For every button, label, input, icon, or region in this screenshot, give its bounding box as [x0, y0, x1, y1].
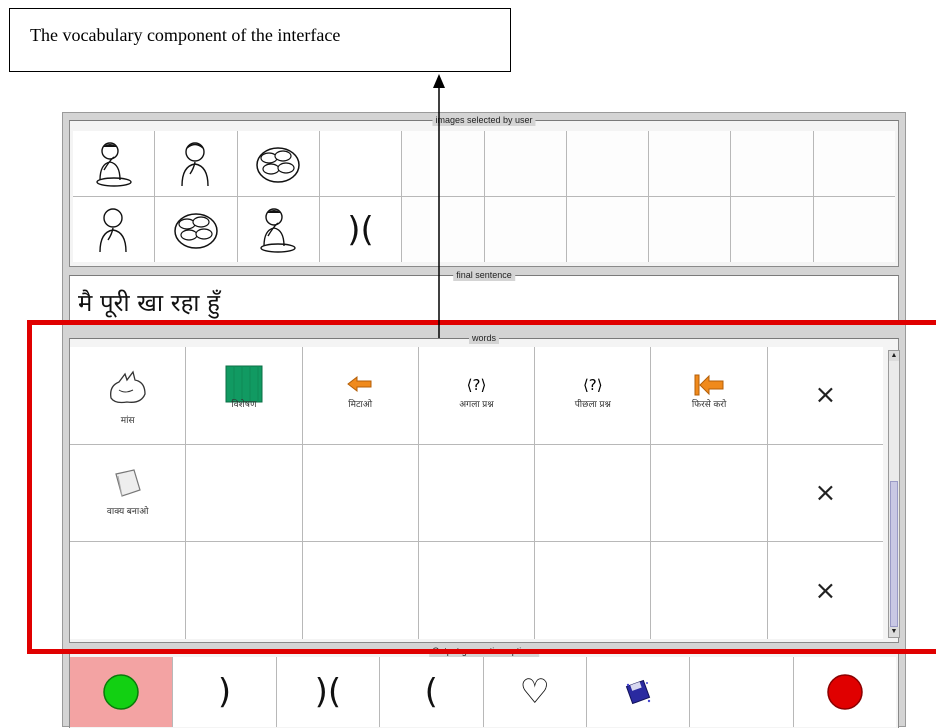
- past-tense-button[interactable]: ): [173, 657, 276, 727]
- image-slot[interactable]: [649, 131, 731, 196]
- final-sentence-text: मै पूरी खा रहा हुँ: [78, 289, 220, 317]
- next-question-icon: ⟨?⟩: [466, 376, 487, 395]
- word-tile-empty[interactable]: [302, 542, 418, 639]
- image-slot[interactable]: [73, 131, 155, 196]
- image-slot[interactable]: [484, 197, 566, 262]
- image-slot[interactable]: [402, 131, 484, 196]
- app-window: images selected by user)(final sentenc…: [62, 112, 906, 728]
- previous-question-icon: ⟨?⟩: [582, 376, 603, 395]
- word-tile-empty[interactable]: [418, 444, 535, 542]
- word-tile-empty[interactable]: [535, 444, 651, 542]
- word-tile-empty[interactable]: [651, 542, 767, 639]
- words-scrollbar[interactable]: ▲ ▼: [888, 350, 900, 638]
- image-slot[interactable]: [484, 131, 566, 196]
- scroll-down-button[interactable]: ▼: [889, 627, 899, 637]
- close-icon: ×: [814, 575, 837, 606]
- word-tile-empty[interactable]: [186, 542, 302, 639]
- word-label: अगला प्रश्न: [459, 398, 494, 409]
- progressive-marker-icon: )(: [347, 209, 374, 250]
- feeling-button[interactable]: ♡: [483, 657, 586, 727]
- final-sentence-legend: final sentence: [453, 269, 515, 281]
- image-slot[interactable]: [155, 131, 237, 196]
- word-tile-empty[interactable]: [418, 542, 535, 639]
- image-slot[interactable]: [566, 131, 649, 196]
- image-slot[interactable]: [649, 197, 731, 262]
- stop-button[interactable]: [793, 657, 896, 727]
- callout-box: The vocabulary component of the interfac…: [9, 8, 511, 72]
- meat-icon: [109, 370, 146, 404]
- image-slot[interactable]: [237, 197, 319, 262]
- future-tense-button[interactable]: (: [380, 657, 483, 727]
- close-icon: ×: [814, 380, 837, 411]
- word-tile-empty[interactable]: [186, 444, 302, 542]
- word-label: विशेषण: [231, 398, 257, 409]
- image-slot[interactable]: [237, 131, 319, 196]
- word-tile-empty[interactable]: [302, 444, 418, 542]
- clear-row-button[interactable]: ×: [767, 347, 883, 444]
- undo-arrow-icon: [347, 376, 372, 393]
- word-tile-empty[interactable]: [70, 542, 186, 639]
- words-grid: मांस विशेषण मिटाओ ⟨?⟩ अगला प्रश्न ⟨?⟩ पी…: [70, 347, 883, 639]
- images-selected-legend: images selected by user: [432, 114, 536, 126]
- right-arc-icon: ): [217, 672, 232, 712]
- image-slot[interactable]: [813, 131, 895, 196]
- boy-eating-icon: [260, 207, 296, 253]
- words-panel: words मांस विशेषण मिटाओ ⟨?⟩ अगला प्रश्न …: [69, 332, 899, 643]
- final-sentence-panel: final sentence मै पूरी खा रहा हुँ: [69, 269, 899, 325]
- word-tile-empty[interactable]: [535, 542, 651, 639]
- floppy-disk-icon: [625, 679, 651, 705]
- word-label: मांस: [120, 414, 135, 425]
- clear-row-button[interactable]: ×: [767, 444, 883, 542]
- save-button[interactable]: [586, 657, 690, 727]
- image-slot[interactable]: [731, 197, 813, 262]
- puri-plate-icon: [174, 212, 218, 249]
- puri-plate-icon: [256, 146, 300, 183]
- image-slot[interactable]: [73, 197, 155, 262]
- word-tile-erase[interactable]: मिटाओ: [302, 347, 418, 444]
- progressive-marker-icon: )(: [314, 672, 342, 712]
- clear-row-button[interactable]: ×: [767, 542, 883, 639]
- close-icon: ×: [814, 477, 837, 508]
- green-circle-icon: [103, 674, 139, 710]
- scroll-up-button[interactable]: ▲: [889, 351, 899, 361]
- output-buttons-grid: ) )( ( ♡: [70, 657, 896, 727]
- word-tile-adjective[interactable]: विशेषण: [186, 347, 302, 444]
- word-tile-restart[interactable]: फिरसे करो: [651, 347, 767, 444]
- word-label: पीछला प्रश्न: [574, 398, 611, 409]
- image-slot[interactable]: [566, 197, 649, 262]
- word-label: फिरसे करो: [691, 398, 727, 409]
- word-tile-previous-question[interactable]: ⟨?⟩ पीछला प्रश्न: [535, 347, 651, 444]
- images-selected-panel: images selected by user)(: [69, 114, 899, 267]
- image-slot[interactable]: [319, 131, 402, 196]
- heart-icon: ♡: [519, 672, 550, 712]
- restart-icon: [694, 374, 724, 396]
- image-slot[interactable]: [155, 197, 237, 262]
- word-tile-meat[interactable]: मांस: [70, 347, 186, 444]
- boy-eating-icon: [95, 141, 132, 187]
- scroll-thumb[interactable]: [890, 481, 898, 627]
- go-button[interactable]: [70, 657, 173, 727]
- left-arc-icon: (: [424, 672, 438, 712]
- callout-text: The vocabulary component of the interfac…: [30, 25, 341, 45]
- empty-option[interactable]: [690, 657, 793, 727]
- word-tile-make-sentence[interactable]: वाक्य बनाओ: [70, 444, 186, 542]
- word-tile-next-question[interactable]: ⟨?⟩ अगला प्रश्न: [418, 347, 535, 444]
- boy-thinking-icon: [98, 207, 127, 252]
- word-label: मिटाओ: [348, 398, 373, 409]
- present-tense-button[interactable]: )(: [276, 657, 380, 727]
- paper-icon: [114, 469, 141, 497]
- word-label: वाक्य बनाओ: [106, 506, 149, 517]
- image-slot[interactable]: )(: [319, 197, 402, 262]
- red-circle-icon: [827, 674, 863, 710]
- image-slot[interactable]: [731, 131, 813, 196]
- images-selected-grid: )(: [73, 131, 895, 262]
- words-legend: words: [468, 332, 500, 344]
- boy-thinking-icon: [181, 141, 209, 186]
- image-slot[interactable]: [813, 197, 895, 262]
- output-options-legend: Output generation options: [429, 645, 539, 657]
- image-slot[interactable]: [402, 197, 484, 262]
- word-tile-empty[interactable]: [651, 444, 767, 542]
